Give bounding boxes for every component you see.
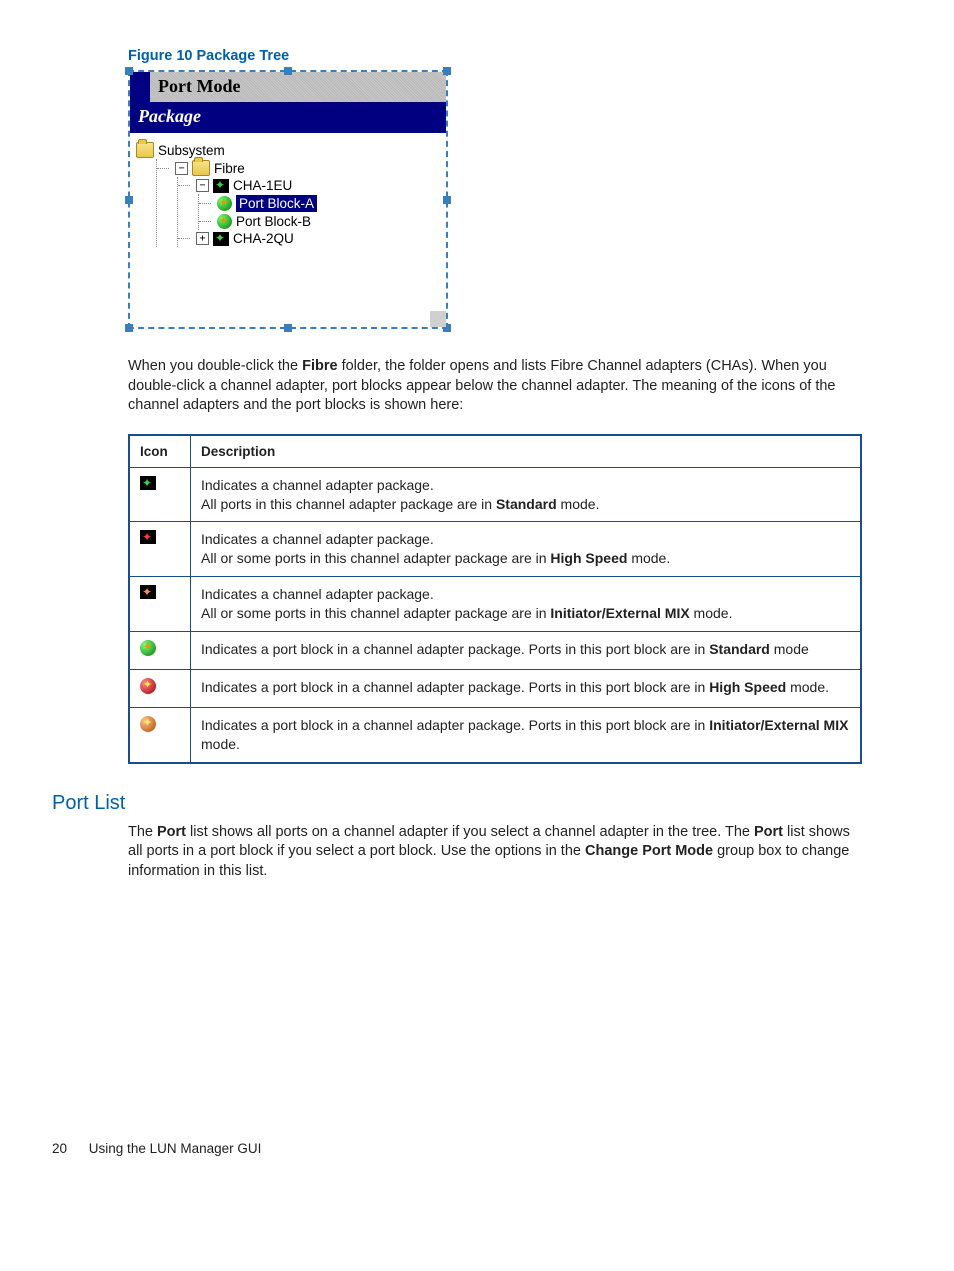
tree-label: Fibre — [214, 161, 245, 176]
table-row: Indicates a channel adapter package. All… — [129, 577, 861, 632]
cell-description: Indicates a channel adapter package. All… — [191, 522, 862, 577]
tree-node-port-block[interactable]: Port Block-A — [199, 194, 440, 213]
tree-label: CHA-2QU — [233, 231, 294, 246]
tree-label: Port Block-B — [236, 214, 311, 229]
page-footer: 20 Using the LUN Manager GUI — [52, 1141, 902, 1156]
tree-node-port-block[interactable]: Port Block-B — [199, 213, 440, 230]
icon-legend-table: Icon Description Indicates a channel ada… — [128, 434, 862, 764]
table-row: Indicates a port block in a channel adap… — [129, 669, 861, 707]
window-title-bar: Port Mode — [130, 72, 446, 102]
section-heading-port-list: Port List — [52, 792, 902, 815]
folder-icon — [192, 160, 210, 176]
adapter-icon — [213, 179, 229, 193]
tree-label: Subsystem — [158, 143, 225, 158]
expand-toggle-icon[interactable]: + — [196, 232, 209, 245]
col-header-description: Description — [191, 435, 862, 468]
tree-node-cha[interactable]: + CHA-2QU — [178, 230, 440, 247]
portblock-highspeed-icon — [140, 678, 156, 694]
cell-description: Indicates a channel adapter package. All… — [191, 577, 862, 632]
folder-icon — [136, 142, 154, 158]
port-block-icon — [217, 214, 232, 229]
portblock-mix-icon — [140, 716, 156, 732]
body-text: When you double-click the Fibre folder, … — [128, 357, 862, 416]
col-header-icon: Icon — [129, 435, 191, 468]
table-row: Indicates a channel adapter package. All… — [129, 467, 861, 522]
adapter-standard-icon — [140, 476, 156, 490]
adapter-icon — [213, 232, 229, 246]
table-row: Indicates a channel adapter package. All… — [129, 522, 861, 577]
window-title-icon — [130, 72, 150, 102]
cell-description: Indicates a port block in a channel adap… — [191, 707, 862, 762]
window-title: Port Mode — [150, 72, 248, 102]
page-number: 20 — [52, 1141, 67, 1156]
package-tree-panel: Port Mode Package Subsystem − Fibre − CH… — [128, 70, 448, 329]
tree-label: CHA-1EU — [233, 178, 292, 193]
resize-handle-icon — [125, 67, 133, 75]
panel-header: Package — [130, 102, 446, 133]
resize-handle-icon — [284, 67, 292, 75]
port-block-icon — [217, 196, 232, 211]
adapter-mix-icon — [140, 585, 156, 599]
body-text: The Port list shows all ports on a chann… — [128, 823, 862, 882]
tree-node-fibre[interactable]: − Fibre — [157, 159, 440, 177]
collapse-toggle-icon[interactable]: − — [196, 179, 209, 192]
tree-node-cha[interactable]: − CHA-1EU — [178, 177, 440, 194]
cell-description: Indicates a channel adapter package. All… — [191, 467, 862, 522]
footer-title: Using the LUN Manager GUI — [89, 1141, 262, 1156]
tree-node-subsystem[interactable]: Subsystem — [136, 141, 440, 159]
table-row: Indicates a port block in a channel adap… — [129, 632, 861, 670]
portblock-standard-icon — [140, 640, 156, 656]
figure-caption: Figure 10 Package Tree — [128, 48, 862, 64]
cell-description: Indicates a port block in a channel adap… — [191, 669, 862, 707]
tree-view[interactable]: Subsystem − Fibre − CHA-1EU — [130, 133, 446, 327]
tree-label-selected: Port Block-A — [236, 195, 317, 212]
adapter-highspeed-icon — [140, 530, 156, 544]
resize-handle-icon — [443, 67, 451, 75]
collapse-toggle-icon[interactable]: − — [175, 162, 188, 175]
scrollbar-corner-icon — [430, 311, 446, 327]
table-row: Indicates a port block in a channel adap… — [129, 707, 861, 762]
cell-description: Indicates a port block in a channel adap… — [191, 632, 862, 670]
